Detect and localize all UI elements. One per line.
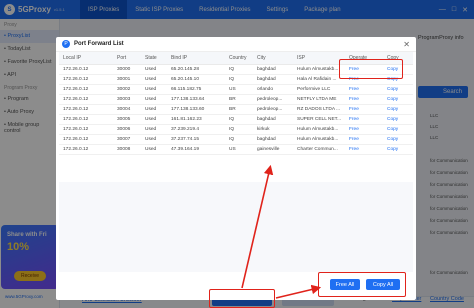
arrow-to-buttons [275,284,322,299]
annotation-arrows [241,164,322,299]
arrow-to-table [241,164,274,289]
